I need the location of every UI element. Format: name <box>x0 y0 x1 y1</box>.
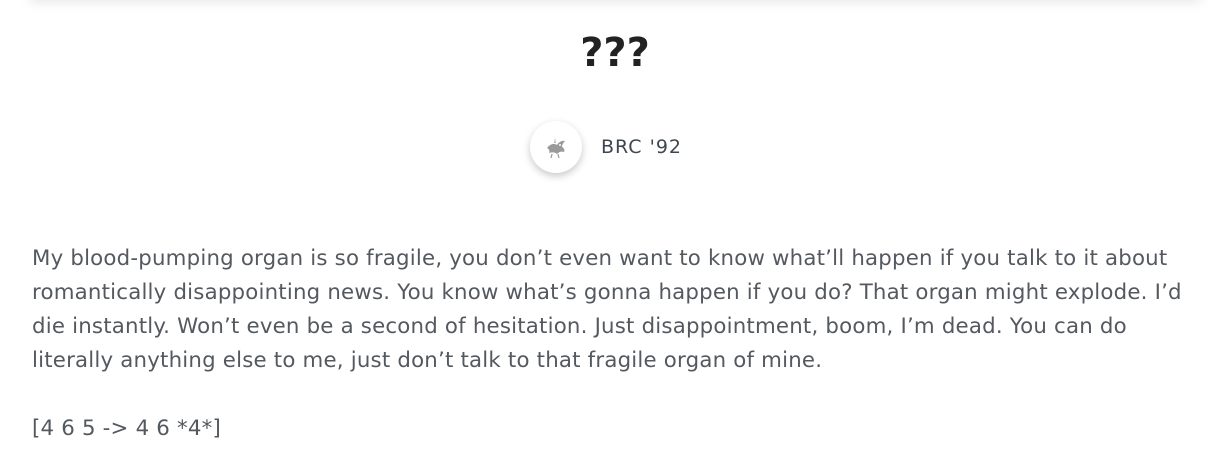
author-byline[interactable]: BRC '92 <box>530 120 682 174</box>
bird-logo-icon <box>547 138 565 159</box>
author-avatar[interactable] <box>530 121 582 173</box>
author-name[interactable]: BRC '92 <box>601 136 682 158</box>
post-content: My blood-pumping organ is so fragile, yo… <box>32 242 1202 446</box>
post-note: [4 6 5 -> 4 6 *4*] <box>32 416 221 441</box>
post-paragraph: My blood-pumping organ is so fragile, yo… <box>32 246 1182 373</box>
post-title: ??? <box>580 30 650 76</box>
